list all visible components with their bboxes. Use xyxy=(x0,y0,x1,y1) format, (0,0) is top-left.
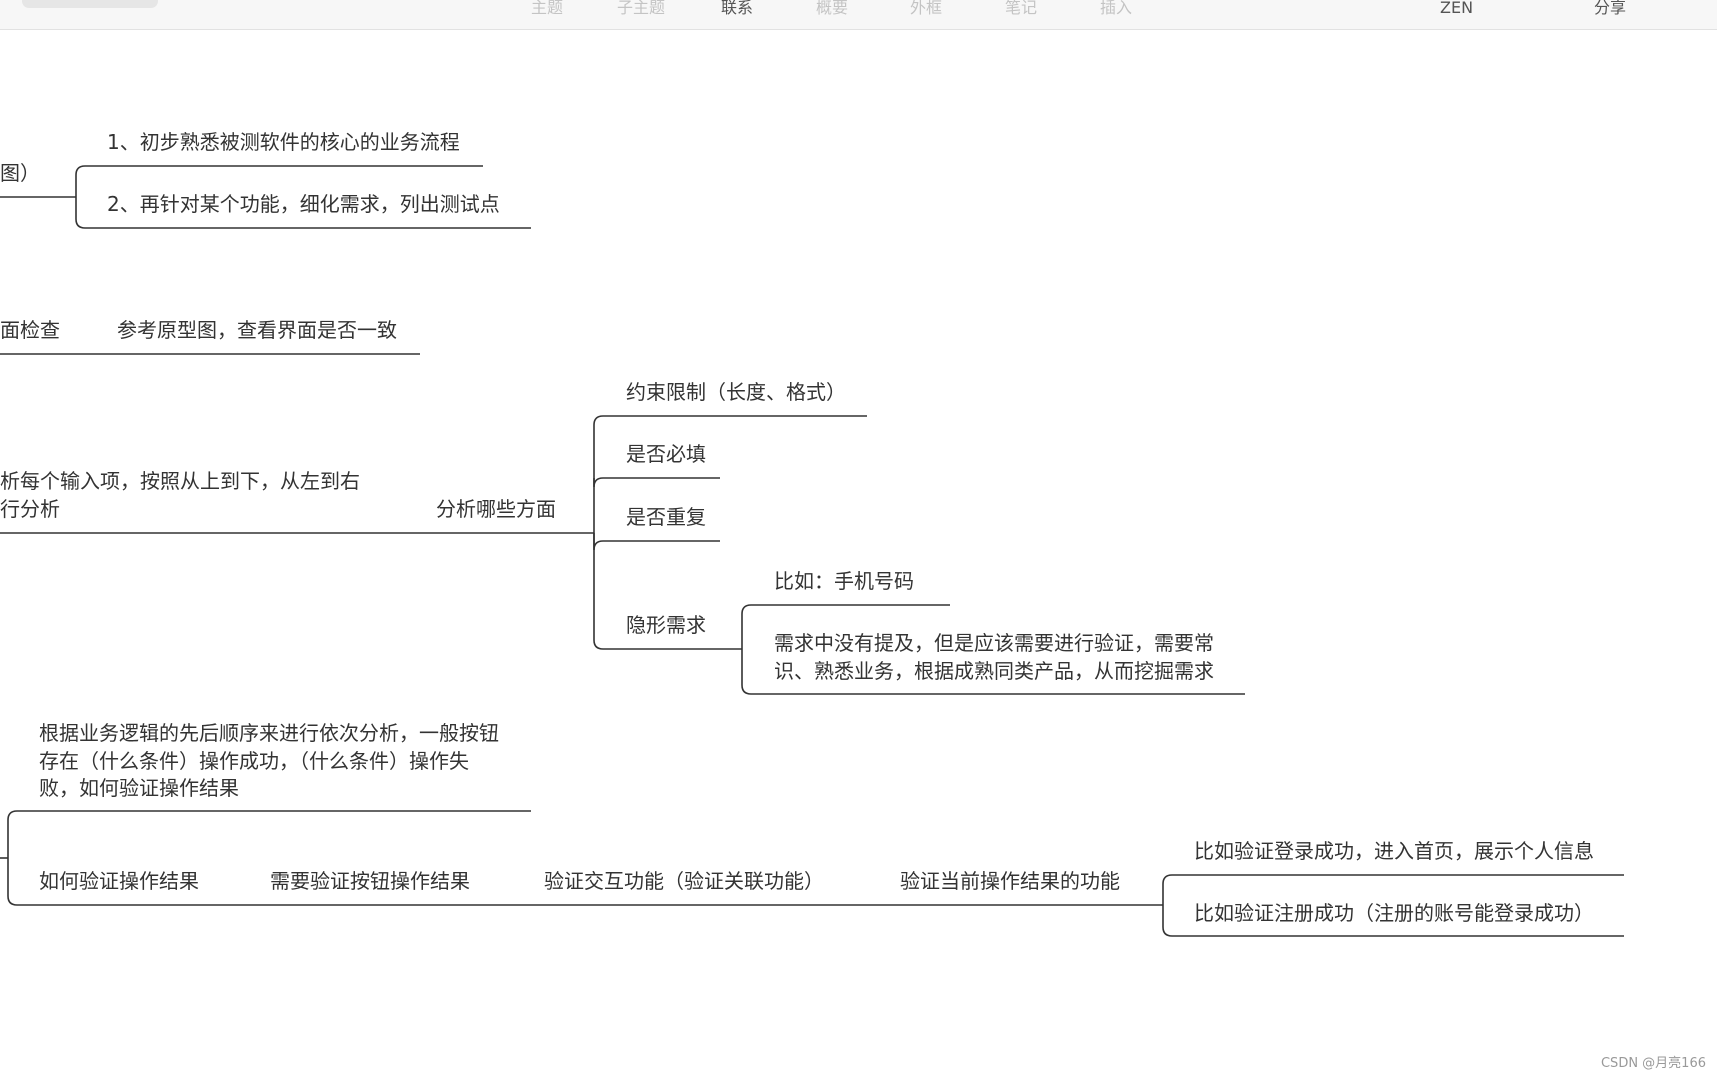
verify-current-node[interactable]: 验证当前操作结果的功能 xyxy=(900,869,1120,893)
mind-map-connectors xyxy=(0,165,1624,937)
verify-interaction-node[interactable]: 验证交互功能（验证关联功能） xyxy=(544,869,824,893)
watermark: CSDN @月亮166 xyxy=(1600,1056,1706,1071)
logic-line2[interactable]: 存在（什么条件）操作成功，（什么条件）操作失 xyxy=(39,749,469,773)
aspect-required-node[interactable]: 是否必填 xyxy=(626,442,706,466)
hidden-desc-line1[interactable]: 需求中没有提及，但是应该需要进行验证，需要常 xyxy=(774,631,1214,655)
logic-line3[interactable]: 败，如何验证操作结果 xyxy=(39,776,239,800)
mind-map-canvas[interactable]: 图） 1、初步熟悉被测软件的核心的业务流程 2、再针对某个功能，细化需求，列出测… xyxy=(0,0,1717,1080)
input-analysis-line1[interactable]: 析每个输入项，按照从上到下，从左到右 xyxy=(0,469,360,493)
hidden-example-node[interactable]: 比如：手机号码 xyxy=(774,569,914,593)
logic-line1[interactable]: 根据业务逻辑的先后顺序来进行依次分析，一般按钮 xyxy=(39,721,499,745)
step2-node[interactable]: 2、再针对某个功能，细化需求，列出测试点 xyxy=(107,192,500,216)
hidden-desc-line2[interactable]: 识、熟悉业务，根据成熟同类产品，从而挖掘需求 xyxy=(774,659,1214,683)
verify-button-node[interactable]: 需要验证按钮操作结果 xyxy=(270,869,470,893)
aspect-constraints-node[interactable]: 约束限制（长度、格式） xyxy=(626,380,846,404)
aspect-duplicate-node[interactable]: 是否重复 xyxy=(626,505,706,529)
verify-result-node[interactable]: 如何验证操作结果 xyxy=(39,869,199,893)
example-login-node[interactable]: 比如验证登录成功，进入首页，展示个人信息 xyxy=(1194,839,1594,863)
top-branch-label[interactable]: 图） xyxy=(0,161,40,185)
aspect-hidden-node[interactable]: 隐形需求 xyxy=(626,613,706,637)
aspects-node[interactable]: 分析哪些方面 xyxy=(436,497,556,521)
example-register-node[interactable]: 比如验证注册成功（注册的账号能登录成功） xyxy=(1194,901,1594,925)
ui-check-node[interactable]: 面检查 xyxy=(0,318,60,342)
input-analysis-line2[interactable]: 行分析 xyxy=(0,497,60,521)
step1-node[interactable]: 1、初步熟悉被测软件的核心的业务流程 xyxy=(107,130,460,154)
ui-check-detail-node[interactable]: 参考原型图，查看界面是否一致 xyxy=(117,318,397,342)
